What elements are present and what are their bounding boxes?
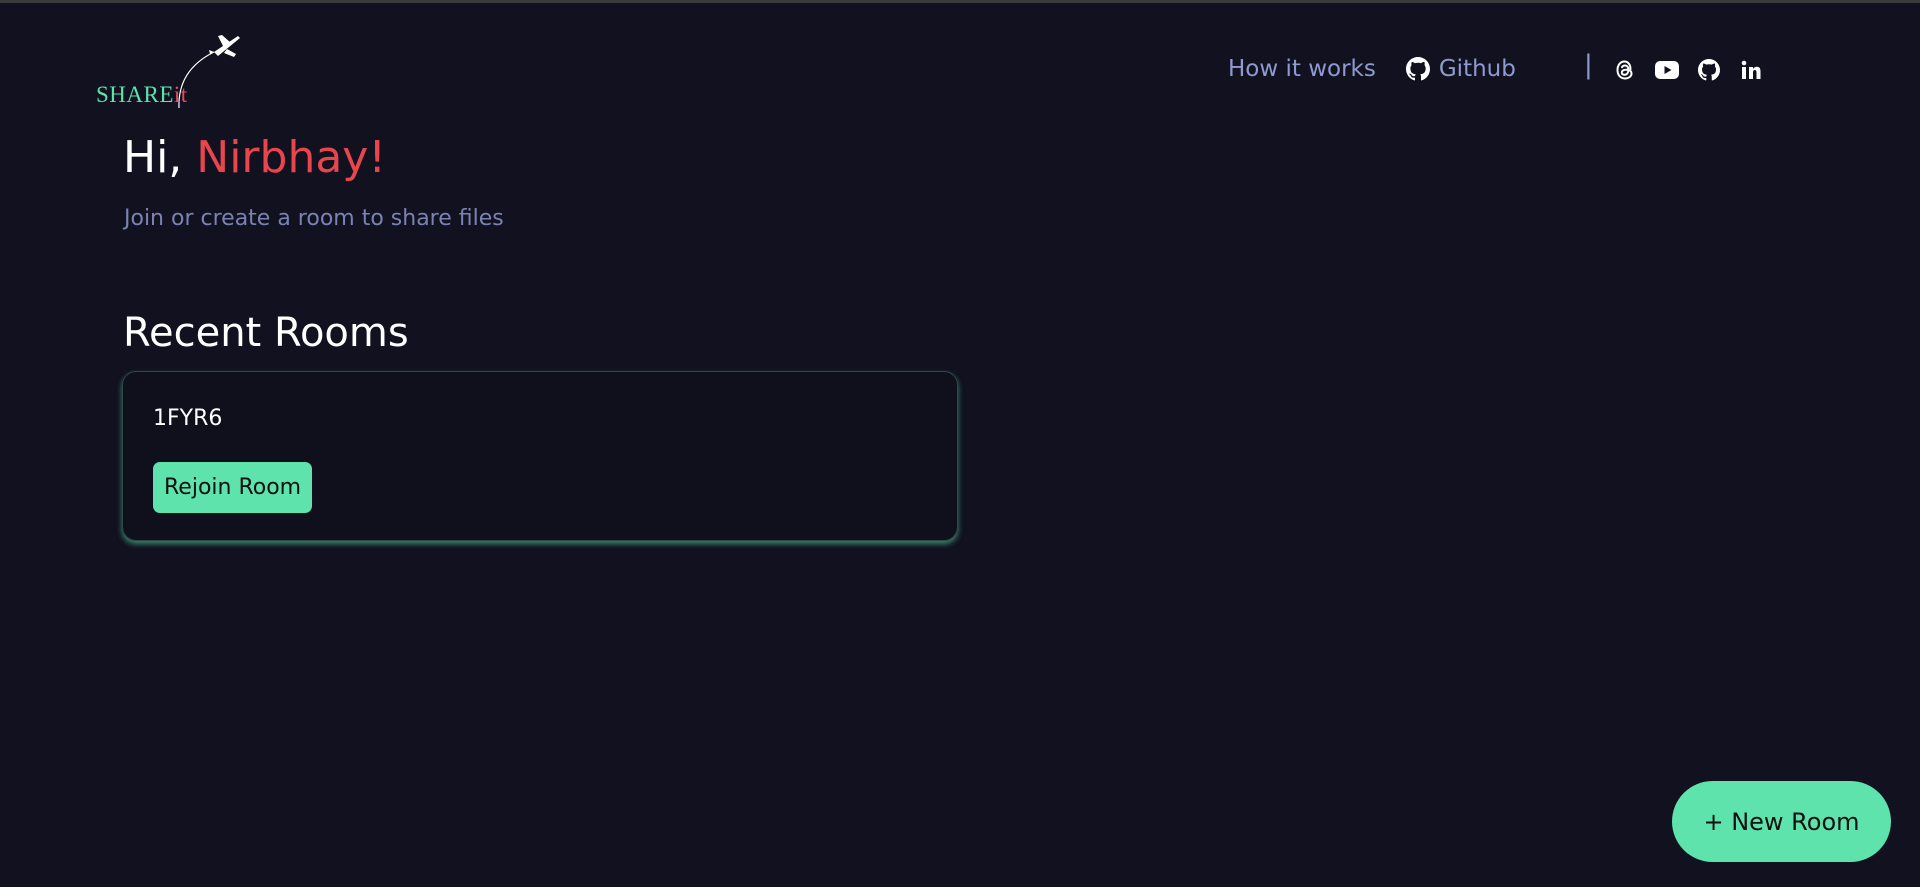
nav-github[interactable]: Github bbox=[1405, 56, 1516, 82]
greeting-heading: Hi, Nirbhay! bbox=[123, 132, 386, 183]
logo-text: SHAREit bbox=[96, 82, 188, 108]
github-icon bbox=[1405, 57, 1430, 81]
social-links bbox=[1612, 57, 1780, 83]
github-icon[interactable] bbox=[1696, 57, 1722, 83]
greeting-prefix: Hi, bbox=[123, 132, 197, 183]
rejoin-room-button[interactable]: Rejoin Room bbox=[153, 462, 313, 513]
greeting-subtitle: Join or create a room to share files bbox=[124, 206, 504, 231]
new-room-button[interactable]: + New Room bbox=[1672, 781, 1891, 862]
user-name: Nirbhay! bbox=[196, 132, 386, 183]
room-card: 1FYR6 Rejoin Room bbox=[122, 371, 958, 541]
nav-separator: | bbox=[1584, 50, 1593, 80]
window-top-border bbox=[0, 0, 1920, 3]
youtube-icon[interactable] bbox=[1654, 57, 1680, 83]
threads-icon[interactable] bbox=[1612, 57, 1638, 83]
logo[interactable]: SHAREit bbox=[96, 30, 246, 110]
logo-text-accent: it bbox=[173, 82, 188, 107]
nav-github-label: Github bbox=[1438, 56, 1516, 82]
top-nav: How it works Github bbox=[1228, 52, 1516, 86]
recent-rooms-title: Recent Rooms bbox=[123, 310, 409, 356]
linkedin-icon[interactable] bbox=[1738, 57, 1764, 83]
room-id: 1FYR6 bbox=[153, 406, 223, 431]
logo-text-main: SHARE bbox=[96, 82, 174, 107]
nav-how-it-works[interactable]: How it works bbox=[1228, 56, 1376, 82]
